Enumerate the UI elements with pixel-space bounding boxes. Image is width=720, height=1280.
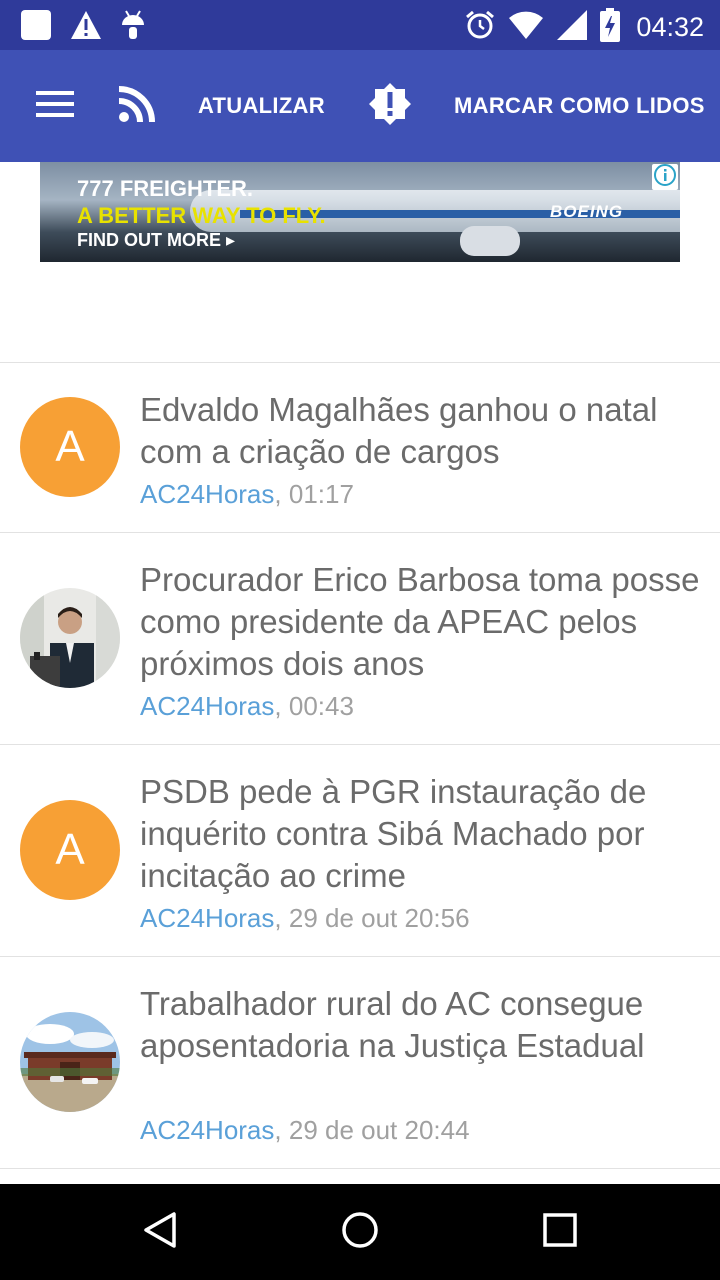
news-source: AC24Horas: [140, 479, 275, 509]
ad-info-button[interactable]: [652, 163, 678, 192]
news-list-item[interactable]: A Edvaldo Magalhães ganhou o natal com a…: [0, 363, 720, 532]
ad-tagline: A BETTER WAY TO FLY.: [77, 203, 326, 228]
signal-icon: [556, 9, 588, 46]
recents-button[interactable]: [536, 1208, 584, 1256]
news-headline: Trabalhador rural do AC consegue aposent…: [140, 985, 645, 1064]
avatar-photo: [20, 588, 120, 688]
back-button[interactable]: [136, 1208, 184, 1256]
news-meta: AC24Horas, 00:43: [140, 690, 354, 722]
alert-badge-icon: [368, 82, 412, 131]
news-meta: AC24Horas, 29 de out 20:44: [140, 1114, 470, 1146]
news-time: , 01:17: [274, 479, 354, 509]
alert-button[interactable]: [368, 50, 412, 162]
ad-brand-logo: BOEING: [550, 202, 624, 221]
status-bar: 04:32: [0, 0, 720, 50]
rss-button[interactable]: [118, 50, 156, 162]
notification-square-icon: [20, 9, 52, 46]
news-time: , 29 de out 20:44: [274, 1115, 470, 1145]
wifi-icon: [508, 10, 544, 45]
news-source: AC24Horas: [140, 903, 275, 933]
news-source: AC24Horas: [140, 691, 275, 721]
mark-as-read-button[interactable]: MARCAR COMO LIDOS: [454, 50, 705, 162]
battery-charging-icon: [600, 8, 621, 47]
rss-icon: [118, 85, 156, 128]
news-meta: AC24Horas, 01:17: [140, 478, 354, 510]
news-time: , 29 de out 20:56: [274, 903, 470, 933]
recents-square-icon: [540, 1210, 580, 1255]
list-divider: [0, 1168, 720, 1169]
ad-banner[interactable]: 777 FREIGHTER. A BETTER WAY TO FLY. FIND…: [40, 162, 680, 262]
home-circle-icon: [340, 1210, 380, 1255]
news-headline: Procurador Erico Barbosa toma posse como…: [140, 561, 700, 682]
warning-icon: [70, 10, 102, 45]
news-headline: PSDB pede à PGR instauração de inquérito…: [140, 773, 647, 894]
news-time: , 00:43: [274, 691, 354, 721]
info-icon: [653, 163, 677, 192]
news-list-item[interactable]: A PSDB pede à PGR instauração de inquéri…: [0, 745, 720, 956]
avatar-photo: [20, 1012, 120, 1112]
app-toolbar: ATUALIZAR MARCAR COMO LIDOS: [0, 50, 720, 162]
clock-time: 04:32: [636, 12, 704, 42]
news-source: AC24Horas: [140, 1115, 275, 1145]
home-button[interactable]: [336, 1208, 384, 1256]
back-triangle-icon: [140, 1210, 180, 1255]
menu-icon: [36, 89, 76, 124]
avatar-letter: A: [20, 800, 120, 900]
navigation-bar: [0, 1184, 720, 1280]
avatar-letter: A: [20, 397, 120, 497]
alarm-icon: [464, 9, 496, 46]
android-icon: [120, 9, 146, 46]
news-headline: Edvaldo Magalhães ganhou o natal com a c…: [140, 391, 658, 470]
refresh-button[interactable]: ATUALIZAR: [198, 50, 325, 162]
news-list-item[interactable]: Procurador Erico Barbosa toma posse como…: [0, 533, 720, 744]
news-meta: AC24Horas, 29 de out 20:56: [140, 902, 470, 934]
news-list-item[interactable]: Trabalhador rural do AC consegue aposent…: [0, 957, 720, 1168]
ad-headline: 777 FREIGHTER.: [77, 176, 254, 201]
menu-button[interactable]: [36, 50, 76, 162]
ad-cta: FIND OUT MORE ▸: [77, 230, 236, 250]
